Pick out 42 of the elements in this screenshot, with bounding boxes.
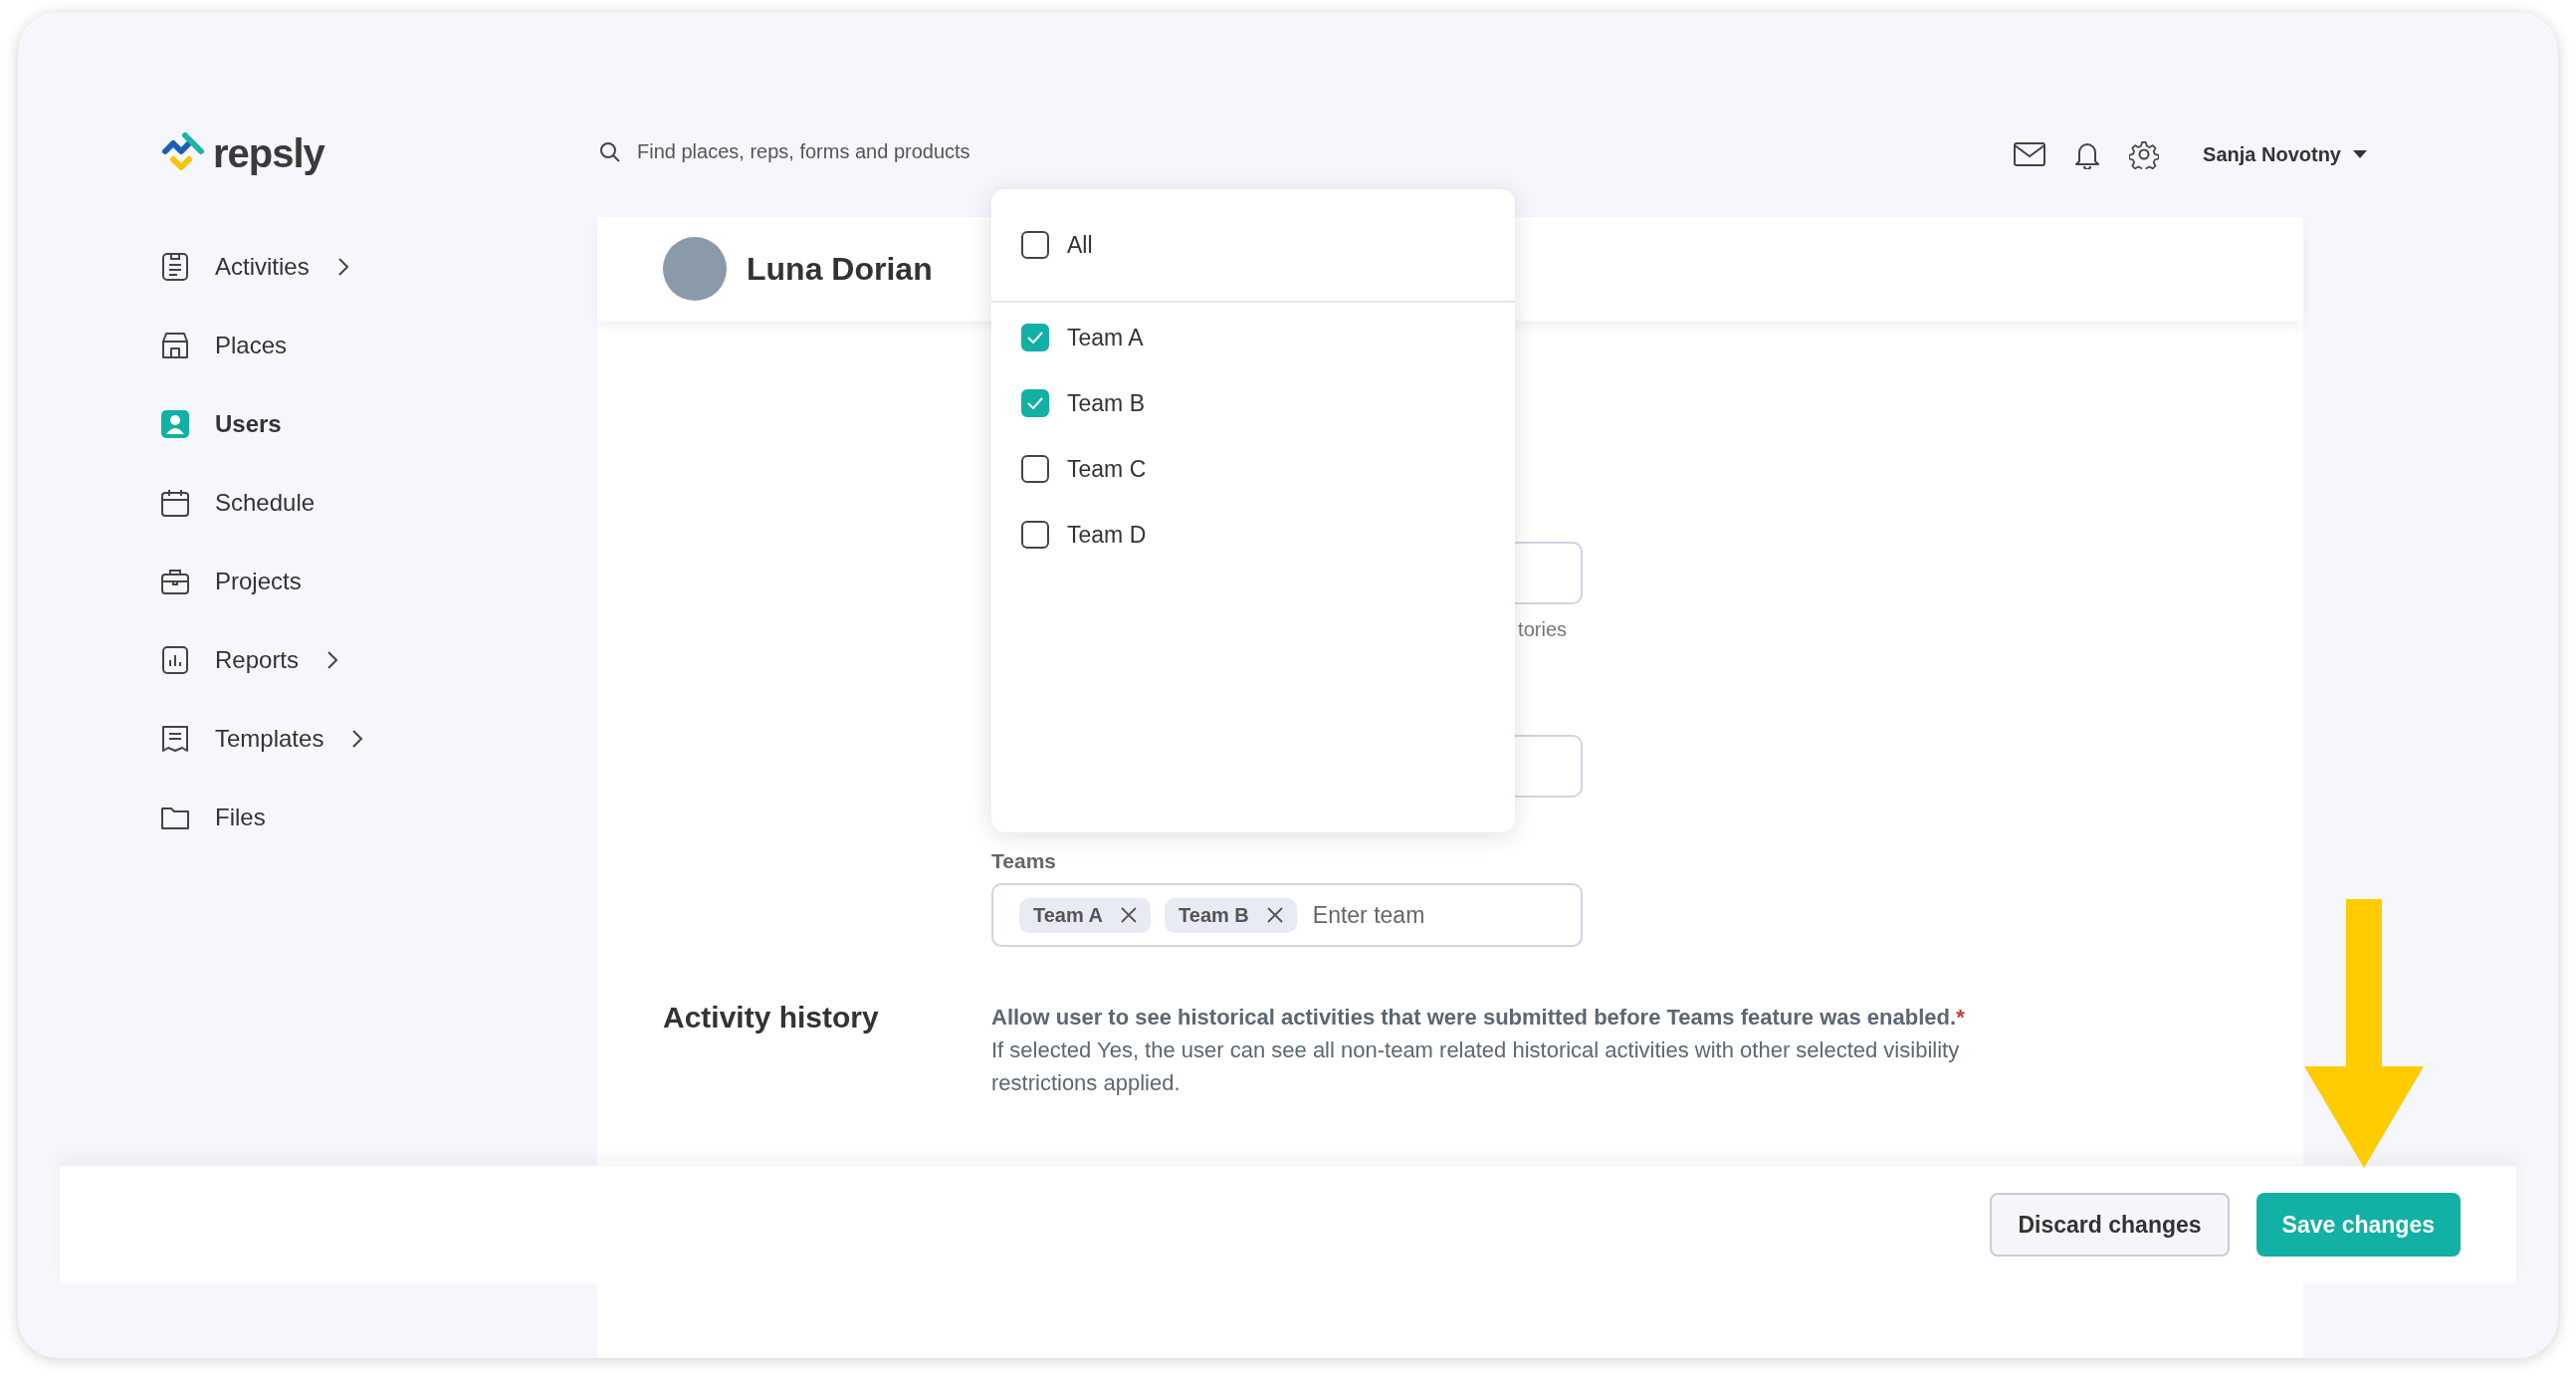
sidebar-item[interactable]: Files [159, 778, 579, 856]
teams-field[interactable]: Team A Team B Enter team [991, 883, 1583, 947]
bar-chart-icon [159, 643, 191, 676]
checkbox[interactable] [1021, 324, 1049, 351]
chip-label: Team B [1179, 903, 1249, 927]
dropdown-option[interactable]: Team B [991, 370, 1515, 436]
sidebar-item[interactable]: Projects [159, 542, 579, 620]
field-label: Teams [991, 849, 1057, 873]
user-name: Luna Dorian [747, 250, 933, 288]
sidebar-item[interactable]: Schedule [159, 463, 579, 542]
section-title: Activity history [663, 1001, 880, 1035]
checkbox[interactable] [1021, 389, 1049, 417]
discard-button[interactable]: Discard changes [1990, 1193, 2230, 1257]
question-text: Allow user to see historical activities that were submitted before Teams feature was enabled.* [991, 1004, 1966, 1032]
checkbox[interactable] [1021, 231, 1049, 259]
dropdown-option[interactable]: Team C [991, 436, 1515, 502]
dropdown-option[interactable]: Team A [991, 305, 1515, 370]
check-icon [1027, 332, 1043, 344]
close-icon[interactable] [1266, 907, 1283, 923]
description-text: If selected Yes, the user can see all non-team related historical activities with other selected visibility restrictions applied. [991, 1036, 1961, 1097]
mail-icon[interactable] [2014, 142, 2046, 166]
check-icon [1027, 397, 1043, 409]
sidebar-item[interactable]: Templates [159, 699, 579, 778]
checkbox[interactable] [1021, 521, 1049, 549]
dropdown-option[interactable]: Team D [991, 502, 1515, 568]
checkbox[interactable] [1021, 455, 1049, 483]
sidebar-item[interactable]: Users [159, 384, 579, 463]
search-field[interactable]: Find places, reps, forms and products [599, 139, 1057, 164]
user-menu[interactable]: Sanja Novotny [2187, 142, 2367, 166]
field-hint: tories [1517, 618, 1567, 641]
sidebar-item[interactable]: Places [159, 306, 579, 384]
user-icon [159, 407, 191, 440]
clipboard-icon [159, 250, 191, 283]
dropdown-option[interactable]: All [991, 212, 1093, 278]
sidebar-item[interactable]: Activities [159, 227, 579, 306]
settings-icon[interactable] [2129, 139, 2160, 169]
sidebar-item[interactable]: Reports [159, 620, 579, 699]
close-icon[interactable] [1121, 907, 1138, 923]
caret-down-icon [2353, 150, 2367, 158]
logo-wordmark: repsly [213, 130, 324, 176]
chip-label: Team A [1033, 903, 1104, 927]
search-icon [599, 140, 621, 163]
